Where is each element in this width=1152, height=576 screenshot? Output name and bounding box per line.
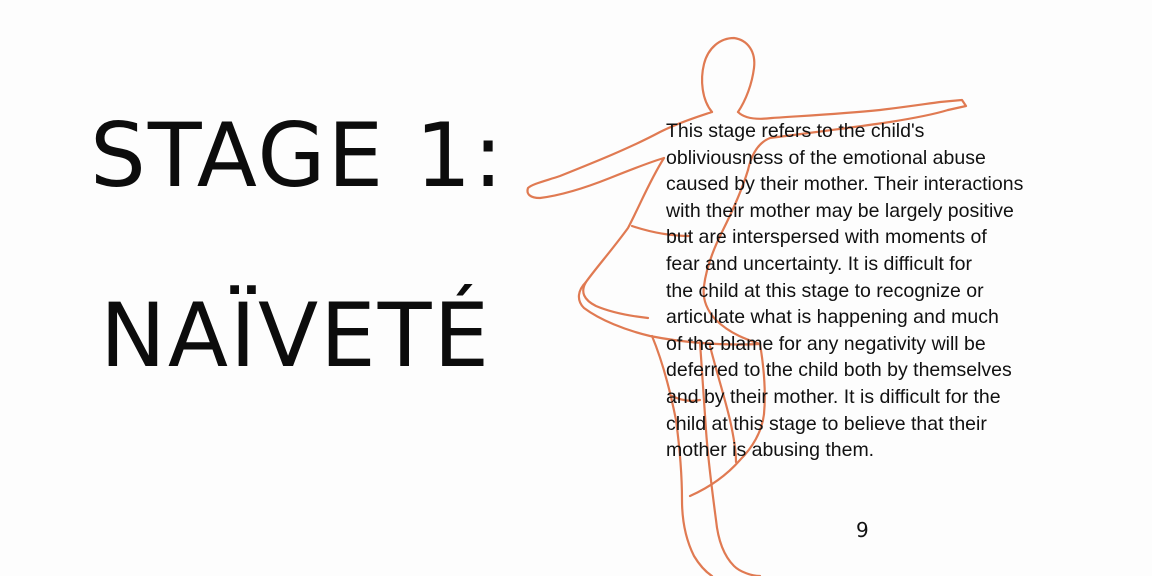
title-stage-number: STAGE 1: (90, 104, 505, 207)
page-number: 9 (856, 518, 869, 542)
title-stage-name: NAÏVETÉ (100, 284, 492, 387)
slide-page: STAGE 1: NAÏVETÉ This stage refers to th… (0, 0, 1152, 576)
stage-description: This stage refers to the child's oblivio… (666, 120, 1024, 462)
